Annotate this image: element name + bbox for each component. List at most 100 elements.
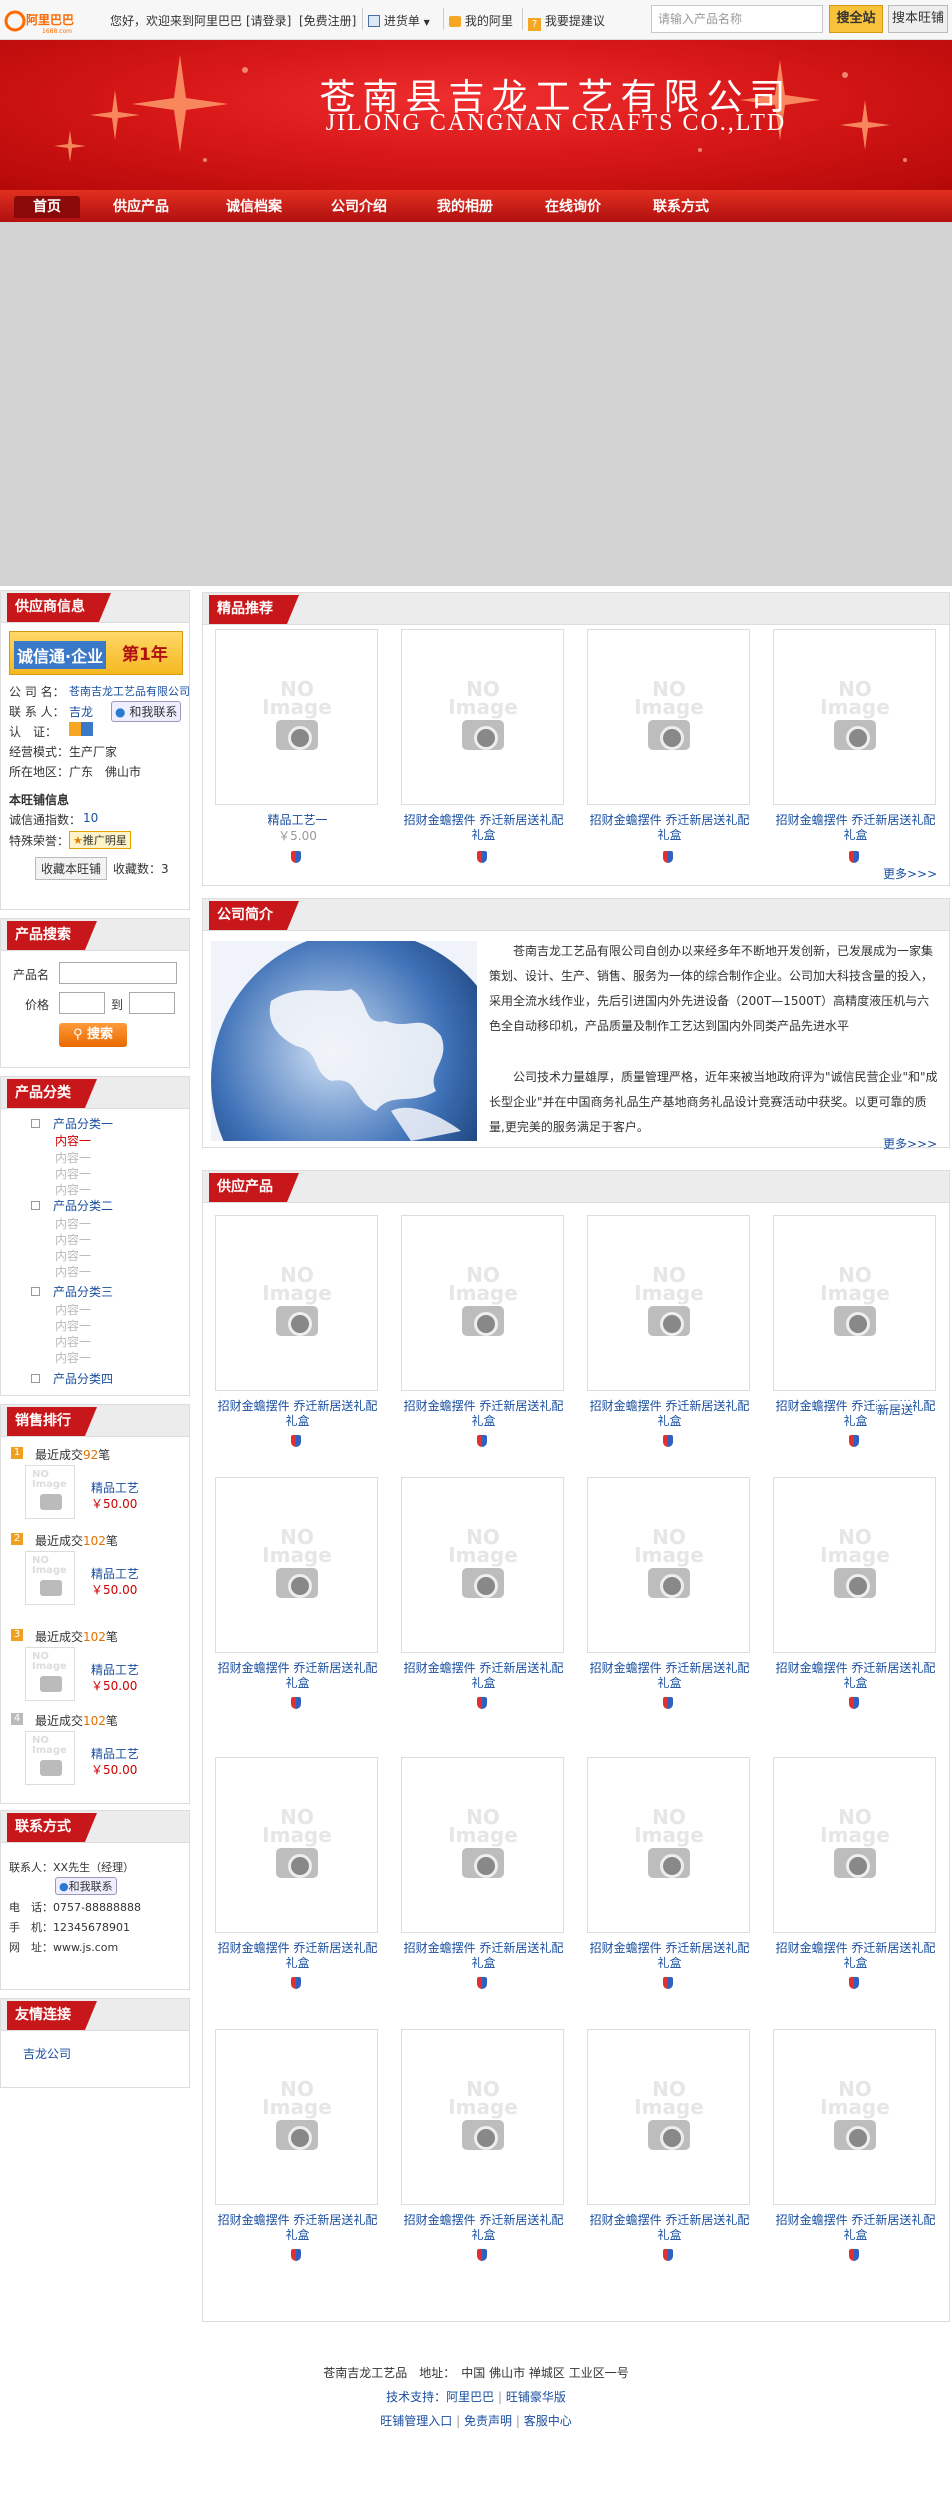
ranking-item[interactable]: 1 最近成交92笔 NO Image 精品工艺 ￥50.00 bbox=[1, 1445, 189, 1531]
product-image[interactable]: NO Image bbox=[215, 1477, 378, 1653]
product-image[interactable]: NO Image bbox=[215, 1757, 378, 1933]
ranking-product-name[interactable]: 精品工艺 bbox=[91, 1479, 139, 1496]
category-item[interactable]: 内容一 bbox=[55, 1149, 91, 1166]
product-image[interactable]: NO Image bbox=[215, 629, 378, 805]
category-group-4[interactable]: 产品分类四 bbox=[53, 1370, 113, 1387]
category-item[interactable]: 内容一 bbox=[55, 1215, 91, 1232]
product-image[interactable]: NO Image bbox=[587, 629, 750, 805]
category-item[interactable]: 内容一 bbox=[55, 1181, 91, 1198]
ranking-item[interactable]: 4 最近成交102笔 NO Image 精品工艺 ￥50.00 bbox=[1, 1711, 189, 1797]
intro-more-link[interactable]: 更多>>> bbox=[883, 1135, 937, 1152]
disclaimer-link[interactable]: 免责声明 bbox=[464, 2414, 512, 2428]
product-image[interactable]: NO Image bbox=[401, 1215, 564, 1391]
product-image[interactable]: NO Image bbox=[773, 629, 936, 805]
product-image[interactable]: NO Image bbox=[401, 2029, 564, 2205]
ranking-thumbnail[interactable]: NO Image bbox=[25, 1551, 75, 1605]
product-image[interactable]: NO Image bbox=[215, 2029, 378, 2205]
category-item[interactable]: 内容一 bbox=[55, 1349, 91, 1366]
contact-chat-button[interactable]: ●和我联系 bbox=[55, 1877, 117, 1895]
product-name[interactable]: 招财金蟾摆件 乔迁新居送礼配礼盒 bbox=[587, 1661, 752, 1691]
cert-icon[interactable] bbox=[69, 722, 93, 736]
friend-link[interactable]: 吉龙公司 bbox=[23, 2045, 71, 2062]
search-all-button[interactable]: 搜全站 bbox=[829, 5, 883, 33]
category-group-2[interactable]: 产品分类二 bbox=[53, 1197, 113, 1214]
product-name[interactable]: 招财金蟾摆件 乔迁新居送礼配礼盒 bbox=[215, 2213, 380, 2243]
nav-tab-album[interactable]: 我的相册 bbox=[424, 196, 506, 218]
manage-link[interactable]: 旺铺管理入口 bbox=[380, 2414, 452, 2428]
suggest-link[interactable]: ? 我要提建议 bbox=[528, 12, 605, 31]
product-name[interactable]: 招财金蟾摆件 乔迁新居送礼配礼盒 bbox=[773, 2213, 938, 2243]
price-min-input[interactable] bbox=[59, 992, 105, 1014]
company-link[interactable]: 苍南吉龙工艺品有限公司 bbox=[69, 683, 190, 699]
ranking-thumbnail[interactable]: NO Image bbox=[25, 1731, 75, 1785]
category-item[interactable]: 内容一 bbox=[55, 1317, 91, 1334]
product-name[interactable]: 招财金蟾摆件 乔迁新居送礼配礼盒 bbox=[773, 813, 938, 843]
alibaba-logo[interactable]: 阿里巴巴 1688.com bbox=[4, 6, 104, 34]
contact-link[interactable]: 吉龙 bbox=[69, 703, 93, 720]
featured-more-link[interactable]: 更多>>> bbox=[883, 865, 937, 882]
product-image[interactable]: NO Image bbox=[401, 1477, 564, 1653]
register-link[interactable]: [免费注册] bbox=[299, 12, 356, 29]
category-item[interactable]: 内容一 bbox=[55, 1132, 91, 1149]
product-image[interactable]: NO Image bbox=[587, 1757, 750, 1933]
nav-tab-products[interactable]: 供应产品 bbox=[100, 196, 182, 218]
nav-tab-home[interactable]: 首页 bbox=[14, 196, 80, 218]
product-name[interactable]: 招财金蟾摆件 乔迁新居送礼配礼盒 bbox=[401, 2213, 566, 2243]
product-name[interactable]: 招财金蟾摆件 乔迁新居送礼配礼盒 bbox=[773, 1661, 938, 1691]
category-item[interactable]: 内容一 bbox=[55, 1333, 91, 1350]
product-name[interactable]: 招财金蟾摆件 乔迁新居送礼配礼盒 bbox=[587, 2213, 752, 2243]
login-link[interactable]: [请登录] bbox=[246, 12, 291, 29]
product-image[interactable]: NO Image bbox=[773, 1757, 936, 1933]
ranking-product-name[interactable]: 精品工艺 bbox=[91, 1745, 139, 1762]
product-name[interactable]: 招财金蟾摆件 乔迁新居送礼配礼盒 bbox=[401, 813, 566, 843]
honor-badge[interactable]: ★推广明星 bbox=[69, 831, 131, 849]
product-name[interactable]: 精品工艺一 bbox=[215, 813, 380, 828]
product-name[interactable]: 招财金蟾摆件 乔迁新居送礼配礼盒 bbox=[215, 1661, 380, 1691]
product-name[interactable]: 招财金蟾摆件 乔迁新居送礼配礼盒 bbox=[587, 1941, 752, 1971]
nav-tab-about[interactable]: 公司介绍 bbox=[318, 196, 400, 218]
product-name[interactable]: 招财金蟾摆件 乔迁新居送礼配礼盒 bbox=[215, 1399, 380, 1429]
category-group-3[interactable]: 产品分类三 bbox=[53, 1283, 113, 1300]
product-name[interactable]: 招财金蟾摆件 乔迁新居送礼配礼盒 bbox=[401, 1399, 566, 1429]
product-name[interactable]: 招财金蟾摆件 乔迁新居送礼配礼盒 bbox=[587, 1399, 752, 1429]
product-name-input[interactable] bbox=[59, 962, 177, 984]
nav-tab-contact[interactable]: 联系方式 bbox=[640, 196, 722, 218]
nav-tab-credit[interactable]: 诚信档案 bbox=[213, 196, 295, 218]
category-group-1[interactable]: 产品分类一 bbox=[53, 1115, 113, 1132]
category-item[interactable]: 内容一 bbox=[55, 1231, 91, 1248]
ranking-item[interactable]: 2 最近成交102笔 NO Image 精品工艺 ￥50.00 bbox=[1, 1531, 189, 1617]
nav-tab-inquiry[interactable]: 在线询价 bbox=[532, 196, 614, 218]
category-item[interactable]: 内容一 bbox=[55, 1263, 91, 1280]
tech-support-link[interactable]: 技术支持：阿里巴巴 bbox=[386, 2390, 494, 2404]
ranking-product-name[interactable]: 精品工艺 bbox=[91, 1565, 139, 1582]
service-center-link[interactable]: 客服中心 bbox=[524, 2414, 572, 2428]
my-ali-link[interactable]: 我的阿里 bbox=[449, 12, 513, 29]
product-name[interactable]: 招财金蟾摆件 乔迁新居送礼配礼盒 bbox=[773, 1399, 938, 1429]
product-image[interactable]: NO Image bbox=[773, 1215, 936, 1391]
search-button[interactable]: ⚲ 搜索 bbox=[59, 1023, 127, 1047]
favorite-shop-button[interactable]: 收藏本旺铺 bbox=[35, 857, 108, 880]
product-image[interactable]: NO Image bbox=[401, 629, 564, 805]
product-image[interactable]: NO Image bbox=[587, 1215, 750, 1391]
product-image[interactable]: NO Image bbox=[773, 2029, 936, 2205]
ranking-thumbnail[interactable]: NO Image bbox=[25, 1647, 75, 1701]
product-name[interactable]: 招财金蟾摆件 乔迁新居送礼配礼盒 bbox=[773, 1941, 938, 1971]
chat-button[interactable]: ● 和我联系 bbox=[111, 701, 182, 722]
product-image[interactable]: NO Image bbox=[587, 1477, 750, 1653]
ranking-thumbnail[interactable]: NO Image bbox=[25, 1465, 75, 1519]
category-item[interactable]: 内容一 bbox=[55, 1165, 91, 1182]
product-image[interactable]: NO Image bbox=[401, 1757, 564, 1933]
product-image[interactable]: NO Image bbox=[773, 1477, 936, 1653]
ranking-item[interactable]: 3 最近成交102笔 NO Image 精品工艺 ￥50.00 bbox=[1, 1627, 189, 1713]
product-name[interactable]: 招财金蟾摆件 乔迁新居送礼配礼盒 bbox=[401, 1661, 566, 1691]
category-item[interactable]: 内容一 bbox=[55, 1247, 91, 1264]
product-name[interactable]: 招财金蟾摆件 乔迁新居送礼配礼盒 bbox=[401, 1941, 566, 1971]
purchase-menu[interactable]: 进货单 ▼ bbox=[368, 12, 430, 29]
wangpu-link[interactable]: 旺铺豪华版 bbox=[506, 2390, 566, 2404]
product-name[interactable]: 招财金蟾摆件 乔迁新居送礼配礼盒 bbox=[215, 1941, 380, 1971]
product-image[interactable]: NO Image bbox=[215, 1215, 378, 1391]
ranking-product-name[interactable]: 精品工艺 bbox=[91, 1661, 139, 1678]
product-image[interactable]: NO Image bbox=[587, 2029, 750, 2205]
category-item[interactable]: 内容一 bbox=[55, 1301, 91, 1318]
search-shop-button[interactable]: 搜本旺铺 bbox=[888, 5, 948, 33]
